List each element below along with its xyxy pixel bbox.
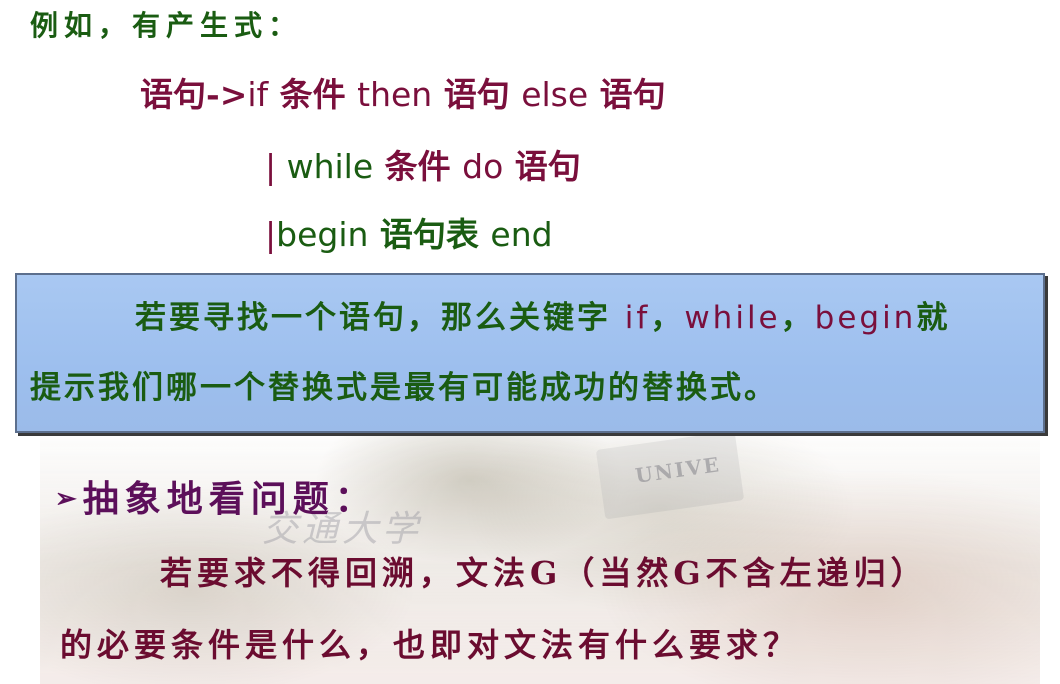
callout-separator: ， xyxy=(650,300,685,336)
production-text: 语句 xyxy=(432,75,522,114)
production-text: 条件 xyxy=(373,147,463,186)
keyword-if: if xyxy=(247,75,269,114)
production-lhs: 语句-> xyxy=(140,75,248,114)
keyword-if: if xyxy=(624,300,651,336)
slide: UNIVE 交通大学 例如，有产生式： 语句->if 条件 then 语句 el… xyxy=(0,0,1060,684)
production-text: 语句 xyxy=(503,147,581,186)
alternative-bar: | xyxy=(265,147,287,186)
callout-line-1: 若要寻找一个语句，那么关键字 if，while，begin就 xyxy=(135,292,950,337)
production-if: 语句->if 条件 then 语句 else 语句 xyxy=(140,68,666,116)
production-text: 语句 xyxy=(588,75,666,114)
keyword-begin: begin xyxy=(814,300,917,336)
keyword-then: then xyxy=(357,75,433,114)
production-text: 语句表 xyxy=(368,215,491,254)
keyword-while: while xyxy=(684,300,781,336)
callout-text: 若要寻找一个语句，那么关键字 xyxy=(135,300,625,336)
keyword-do: do xyxy=(462,147,504,186)
intro-line: 例如，有产生式： xyxy=(30,9,303,42)
keyword-while: while xyxy=(286,147,374,186)
callout-line-2: 提示我们哪一个替换式是最有可能成功的替换式。 xyxy=(30,370,778,406)
keyword-begin: begin xyxy=(276,215,369,254)
keyword-else: else xyxy=(521,75,589,114)
production-while: | while 条件 do 语句 xyxy=(265,140,581,188)
question-line-1: 若要求不得回溯，文法G（当然G不含左递归） xyxy=(160,554,928,592)
section-heading: ➢ 抽象地看问题： xyxy=(55,470,377,522)
heading-text: 抽象地看问题： xyxy=(82,478,377,520)
callout-text: 就 xyxy=(916,300,951,336)
production-text: 条件 xyxy=(268,75,358,114)
arrow-bullet-icon: ➢ xyxy=(55,484,77,514)
keyword-end: end xyxy=(490,215,553,254)
callout-separator: ， xyxy=(780,300,815,336)
alternative-bar: | xyxy=(265,215,277,254)
production-begin: |begin 语句表 end xyxy=(265,208,553,256)
question-line-2: 的必要条件是什么，也即对文法有什么要求？ xyxy=(60,626,801,664)
